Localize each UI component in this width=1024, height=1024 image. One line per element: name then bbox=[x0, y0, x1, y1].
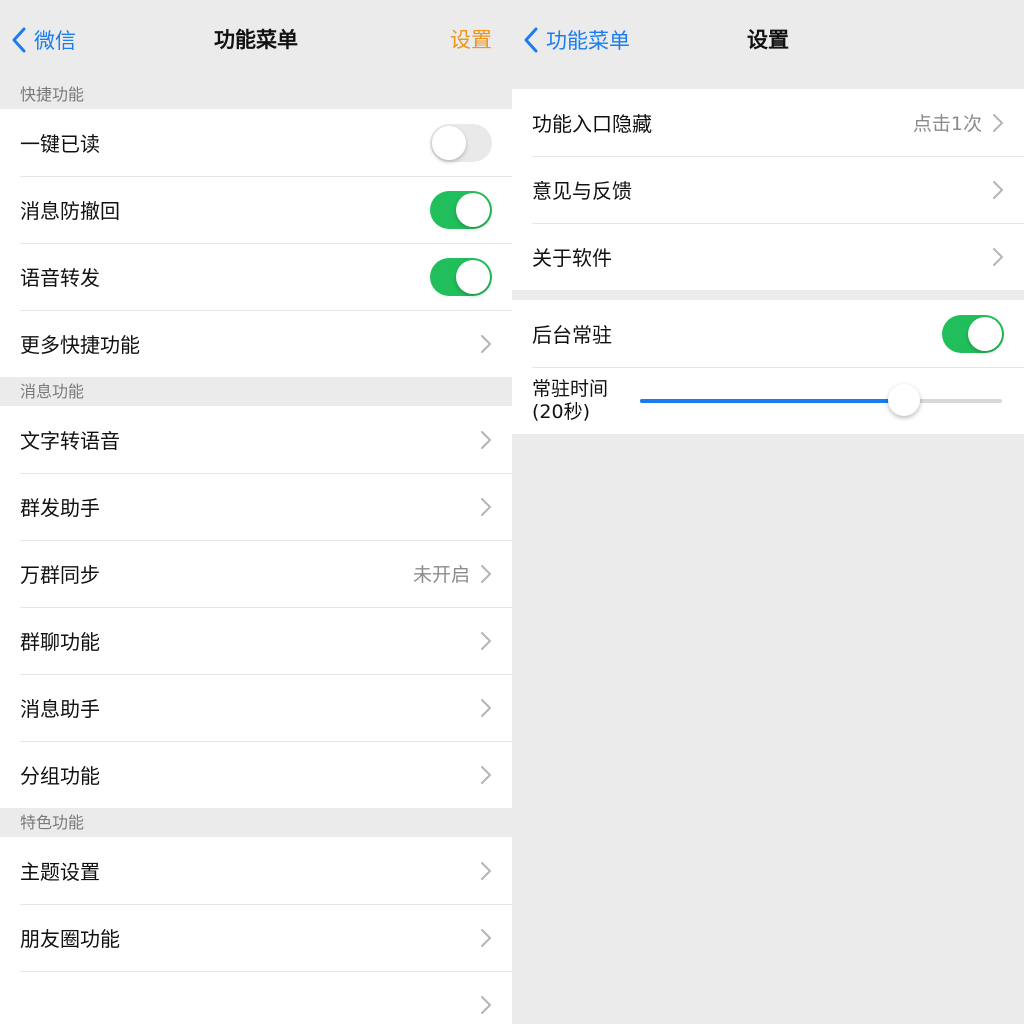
feature-toggle[interactable] bbox=[430, 123, 492, 162]
row-label: 分组功能 bbox=[20, 764, 100, 788]
toggle-knob bbox=[432, 125, 466, 160]
row-label: 群发助手 bbox=[20, 496, 100, 520]
resident-time-label: 常驻时间 (20秒) bbox=[532, 378, 628, 424]
row-value: 未开启 bbox=[412, 564, 470, 586]
row-label: 消息防撤回 bbox=[20, 199, 120, 223]
section-group: 一键已读消息防撤回语音转发更多快捷功能 bbox=[0, 109, 512, 377]
settings-group: 功能入口隐藏 点击1次意见与反馈关于软件 bbox=[512, 89, 1024, 290]
row-label: 意见与反馈 bbox=[532, 179, 632, 203]
settings-screen: 功能菜单 设置 功能入口隐藏 点击1次意见与反馈关于软件 后台常驻 常驻时间 (2… bbox=[512, 0, 1024, 1024]
resident-group: 后台常驻 常驻时间 (20秒) bbox=[512, 300, 1024, 434]
chevron-right-icon bbox=[481, 631, 491, 650]
section-group: 主题设置 朋友圈功能 bbox=[0, 837, 512, 1024]
row-label: 消息助手 bbox=[20, 697, 100, 721]
section-group: 文字转语音群发助手万群同步 未开启群聊功能消息助手分组功能 bbox=[0, 406, 512, 808]
feature-menu-screen: 微信 功能菜单 设置 快捷功能一键已读消息防撤回语音转发更多快捷功能消息功能文字… bbox=[0, 0, 512, 1024]
slider-thumb[interactable] bbox=[888, 383, 921, 416]
toggle-row: 语音转发 bbox=[0, 243, 512, 310]
row-label: 功能入口隐藏 bbox=[532, 112, 652, 136]
slider-fill bbox=[640, 398, 905, 403]
row-label: 朋友圈功能 bbox=[20, 927, 120, 951]
chevron-right-icon bbox=[993, 113, 1003, 132]
list-item[interactable]: 关于软件 bbox=[512, 223, 1024, 290]
toggle-knob bbox=[456, 192, 490, 227]
chevron-right-icon bbox=[481, 861, 491, 880]
background-resident-toggle[interactable] bbox=[942, 314, 1004, 353]
resident-time-slider[interactable] bbox=[640, 383, 1002, 416]
row-label: 一键已读 bbox=[20, 132, 100, 156]
list-item[interactable]: 意见与反馈 bbox=[512, 156, 1024, 223]
list-item[interactable]: 消息助手 bbox=[0, 674, 512, 741]
resident-time-label-line1: 常驻时间 bbox=[532, 377, 609, 400]
toggle-row: 消息防撤回 bbox=[0, 176, 512, 243]
chevron-right-icon bbox=[481, 698, 491, 717]
chevron-right-icon bbox=[481, 564, 491, 583]
feature-toggle[interactable] bbox=[430, 190, 492, 229]
navigation-bar: 功能菜单 设置 bbox=[512, 0, 1024, 80]
chevron-right-icon bbox=[481, 765, 491, 784]
row-label: 主题设置 bbox=[20, 860, 100, 884]
chevron-right-icon bbox=[993, 180, 1003, 199]
chevron-right-icon bbox=[481, 928, 491, 947]
list-item[interactable]: 分组功能 bbox=[0, 741, 512, 808]
row-label: 万群同步 bbox=[20, 563, 100, 587]
list-item[interactable] bbox=[0, 971, 512, 1024]
row-label: 语音转发 bbox=[20, 266, 100, 290]
list-item[interactable]: 朋友圈功能 bbox=[0, 904, 512, 971]
row-label: 更多快捷功能 bbox=[20, 333, 140, 357]
list-item[interactable]: 万群同步 未开启 bbox=[0, 540, 512, 607]
list-item[interactable]: 文字转语音 bbox=[0, 406, 512, 473]
page-title: 设置 bbox=[747, 28, 789, 52]
navigation-bar: 微信 功能菜单 设置 bbox=[0, 0, 512, 80]
list-item[interactable]: 功能入口隐藏 点击1次 bbox=[512, 89, 1024, 156]
background-resident-row: 后台常驻 bbox=[512, 300, 1024, 367]
row-label: 文字转语音 bbox=[20, 429, 120, 453]
chevron-right-icon bbox=[481, 497, 491, 516]
row-label: 后台常驻 bbox=[532, 323, 612, 347]
section-header: 特色功能 bbox=[20, 813, 85, 832]
list-item[interactable]: 群发助手 bbox=[0, 473, 512, 540]
toggle-row: 一键已读 bbox=[0, 109, 512, 176]
row-value: 点击1次 bbox=[912, 113, 982, 135]
section-header: 快捷功能 bbox=[20, 85, 85, 104]
toggle-knob bbox=[968, 316, 1002, 351]
resident-time-label-line2: (20秒) bbox=[532, 400, 591, 423]
list-item[interactable]: 更多快捷功能 bbox=[0, 310, 512, 377]
chevron-right-icon bbox=[481, 995, 491, 1014]
toggle-knob bbox=[456, 259, 490, 294]
settings-button[interactable]: 设置 bbox=[450, 22, 492, 58]
list-item[interactable]: 主题设置 bbox=[0, 837, 512, 904]
list-item[interactable]: 群聊功能 bbox=[0, 607, 512, 674]
section-header: 消息功能 bbox=[20, 382, 85, 401]
chevron-right-icon bbox=[481, 430, 491, 449]
row-label: 群聊功能 bbox=[20, 630, 100, 654]
feature-toggle[interactable] bbox=[430, 257, 492, 296]
row-label: 关于软件 bbox=[532, 246, 612, 270]
page-title: 功能菜单 bbox=[214, 28, 298, 52]
resident-time-row: 常驻时间 (20秒) bbox=[512, 367, 1024, 434]
chevron-right-icon bbox=[993, 247, 1003, 266]
feature-list: 快捷功能一键已读消息防撤回语音转发更多快捷功能消息功能文字转语音群发助手万群同步… bbox=[0, 80, 512, 1024]
chevron-right-icon bbox=[481, 334, 491, 353]
